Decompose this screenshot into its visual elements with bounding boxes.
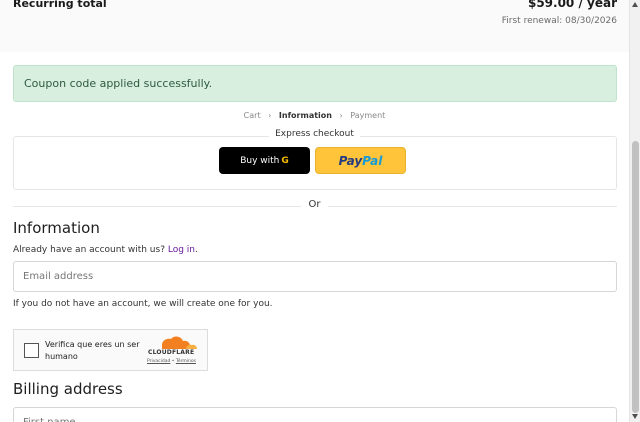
checkout-page: Recurring total $59.00 / year First rene… xyxy=(0,0,629,422)
first-renewal-date: First renewal: 08/30/2026 xyxy=(501,16,617,26)
or-divider: Or xyxy=(0,199,629,210)
coupon-success-text: Coupon code applied successfully. xyxy=(24,77,213,90)
order-summary: Recurring total $59.00 / year First rene… xyxy=(0,0,629,52)
recurring-total-price: $59.00 / year xyxy=(527,0,617,10)
cloudflare-cloud-icon xyxy=(162,336,197,349)
login-link[interactable]: Log in xyxy=(168,245,195,255)
billing-address-heading: Billing address xyxy=(13,380,123,398)
information-heading: Information xyxy=(13,219,100,237)
account-prompt-text: Already have an account with us? xyxy=(13,245,165,255)
breadcrumb-information: Information xyxy=(278,111,332,120)
paypal-logo-pay: Pay xyxy=(338,153,363,168)
express-checkout-label: Express checkout xyxy=(269,129,360,139)
scroll-up-arrow-icon[interactable] xyxy=(632,2,638,7)
cloudflare-wordmark: CLOUDFLARE xyxy=(148,349,195,356)
google-g-icon: G xyxy=(281,155,289,166)
breadcrumb: Cart › Information › Payment xyxy=(0,111,629,120)
account-prompt-suffix: . xyxy=(195,245,198,255)
chevron-right-icon: › xyxy=(339,111,343,120)
or-divider-text: Or xyxy=(300,199,329,210)
email-field xyxy=(13,261,617,292)
turnstile-links: Privacidad • Términos xyxy=(147,359,196,364)
paypal-button[interactable]: Pay Pal xyxy=(315,147,406,174)
scroll-down-arrow-icon[interactable] xyxy=(632,414,638,419)
first-name-input[interactable] xyxy=(23,408,608,422)
human-verification-checkbox[interactable] xyxy=(24,343,39,358)
coupon-success-notice: Coupon code applied successfully. xyxy=(13,65,617,102)
account-hint: If you do not have an account, we will c… xyxy=(13,299,273,309)
terms-link[interactable]: Términos xyxy=(176,359,196,364)
chevron-right-icon: › xyxy=(268,111,272,120)
vertical-scrollbar[interactable] xyxy=(629,0,640,422)
recurring-total-label: Recurring total xyxy=(13,0,107,10)
cloudflare-turnstile-widget: Verifica que eres un ser humano CLOUDFLA… xyxy=(13,329,208,371)
google-pay-button[interactable]: Buy with G xyxy=(219,147,310,174)
first-name-field xyxy=(13,407,617,422)
breadcrumb-cart[interactable]: Cart xyxy=(244,111,261,120)
breadcrumb-payment: Payment xyxy=(350,111,386,120)
paypal-logo-pal: Pal xyxy=(362,153,383,168)
email-input[interactable] xyxy=(23,262,608,291)
google-pay-label: Buy with xyxy=(240,155,280,166)
privacy-link[interactable]: Privacidad xyxy=(147,359,170,364)
account-prompt: Already have an account with us? Log in. xyxy=(13,245,198,255)
express-checkout-title: Express checkout xyxy=(0,129,629,139)
turnstile-text: Verifica que eres un ser humano xyxy=(45,340,140,361)
scrollbar-thumb[interactable] xyxy=(632,141,639,413)
